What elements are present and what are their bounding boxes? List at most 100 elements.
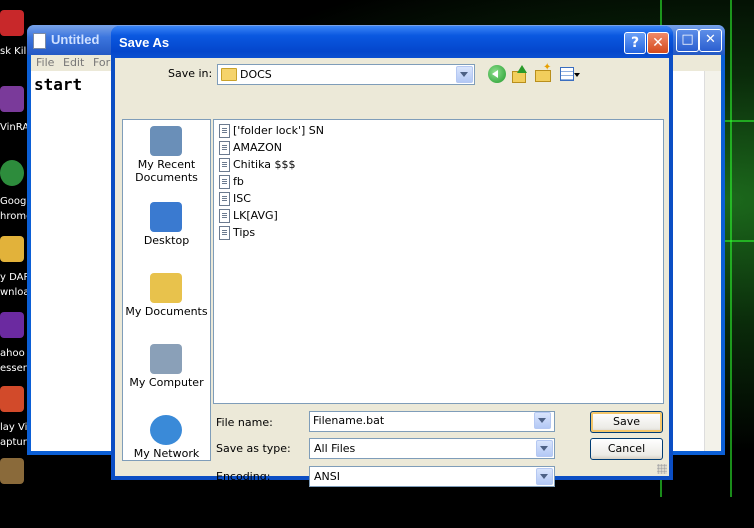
- desktop-icon-label: Google hrome: [0, 196, 30, 222]
- place-my-network[interactable]: My Network: [123, 409, 210, 479]
- dialog-title: Save As: [119, 35, 170, 50]
- list-item[interactable]: Chitika $$$: [218, 157, 418, 173]
- desktop-icon-dap[interactable]: y DAP wnloa: [0, 236, 30, 306]
- desktop-icon: [150, 202, 182, 232]
- file-icon: [219, 124, 230, 138]
- dialog-close-button[interactable]: ✕: [647, 32, 669, 54]
- desktop-icon-label: lay Vi apture: [0, 422, 30, 448]
- recent-documents-icon: [150, 126, 182, 156]
- file-name: LK[AVG]: [233, 209, 278, 222]
- my-computer-icon: [150, 344, 182, 374]
- file-name: fb: [233, 175, 244, 188]
- desktop-icon-tools[interactable]: [0, 458, 30, 528]
- file-icon: [219, 158, 230, 172]
- help-button[interactable]: ?: [624, 32, 646, 54]
- place-label: My Network: [133, 447, 200, 460]
- file-name-dropdown[interactable]: [534, 411, 552, 430]
- save-as-dialog: Save As ? ✕ Save in: DOCS My Recent Docu…: [111, 26, 673, 487]
- save-as-type-value: All Files: [314, 442, 356, 455]
- place-label: My Recent Documents: [135, 158, 198, 184]
- save-as-type-label: Save as type:: [216, 442, 291, 455]
- desktop-icon-task-kill[interactable]: sk Kill: [0, 10, 30, 80]
- desktop-icon-label: y DAP wnloa: [0, 272, 30, 298]
- dialog-title-bar[interactable]: Save As ? ✕: [111, 26, 673, 58]
- file-name: ISC: [233, 192, 251, 205]
- up-folder-icon[interactable]: [511, 65, 529, 83]
- new-folder-icon[interactable]: [534, 62, 552, 83]
- save-in-dropdown[interactable]: DOCS: [217, 64, 475, 85]
- file-name: AMAZON: [233, 141, 282, 154]
- file-name-field[interactable]: [309, 411, 555, 432]
- chevron-down-icon[interactable]: [534, 412, 551, 429]
- close-icon[interactable]: ✕: [699, 29, 722, 52]
- chevron-down-icon[interactable]: [536, 468, 553, 485]
- file-name: Tips: [233, 226, 256, 239]
- file-icon: [219, 141, 230, 155]
- chevron-down-icon[interactable]: [536, 440, 553, 457]
- save-in-value: DOCS: [240, 68, 272, 81]
- back-icon[interactable]: [488, 65, 506, 83]
- background-line: [730, 0, 732, 497]
- menu-edit[interactable]: Edit: [63, 56, 84, 69]
- my-documents-icon: [150, 273, 182, 303]
- notepad-text: start: [34, 75, 83, 94]
- file-icon: [219, 226, 230, 240]
- save-as-type-dropdown[interactable]: All Files: [309, 438, 555, 459]
- notepad-title: Untitled: [51, 32, 100, 47]
- file-list[interactable]: ['folder lock'] SN AMAZON Chitika $$$ fb…: [213, 119, 664, 404]
- file-name-label: File name:: [216, 416, 273, 429]
- resize-grip[interactable]: [657, 464, 667, 474]
- list-item[interactable]: ISC: [218, 191, 418, 207]
- save-in-label: Save in:: [168, 67, 213, 80]
- list-item[interactable]: Tips: [218, 225, 418, 241]
- desktop-icon-video-capture[interactable]: lay Vi apture: [0, 386, 30, 456]
- save-button[interactable]: Save: [590, 411, 663, 433]
- help-icon: ?: [630, 35, 640, 51]
- views-menu-icon[interactable]: [559, 65, 583, 83]
- chevron-down-icon[interactable]: [456, 66, 473, 83]
- menu-file[interactable]: File: [36, 56, 54, 69]
- place-my-computer[interactable]: My Computer: [123, 338, 210, 408]
- cancel-button[interactable]: Cancel: [590, 438, 663, 460]
- file-name-input[interactable]: [313, 414, 533, 427]
- encoding-label: Encoding:: [216, 470, 271, 483]
- folder-icon: [221, 68, 237, 81]
- folder-download-icon: [0, 236, 24, 262]
- maximize-icon[interactable]: □: [676, 29, 699, 52]
- list-item[interactable]: fb: [218, 174, 418, 190]
- encoding-dropdown[interactable]: ANSI: [309, 466, 555, 487]
- list-item[interactable]: ['folder lock'] SN: [218, 123, 418, 139]
- place-label: My Documents: [125, 305, 208, 318]
- file-name: ['folder lock'] SN: [233, 124, 324, 137]
- encoding-value: ANSI: [314, 470, 340, 483]
- desktop-icon-winrar[interactable]: VinRAI: [0, 86, 30, 156]
- menu-format[interactable]: For: [93, 56, 110, 69]
- notepad-icon: [33, 33, 46, 49]
- place-label: Desktop: [143, 234, 190, 247]
- video-capture-icon: [0, 386, 24, 412]
- place-desktop[interactable]: Desktop: [123, 196, 210, 266]
- file-icon: [219, 175, 230, 189]
- desktop-icon-yahoo-messenger[interactable]: ahoo essen: [0, 312, 30, 382]
- chrome-icon: [0, 160, 24, 186]
- dialog-body: Save in: DOCS My Recent Documents Deskto…: [115, 58, 669, 487]
- desktop-icon-label: VinRAI: [0, 122, 30, 133]
- place-label: My Computer: [129, 376, 204, 389]
- pencil-cup-icon: [0, 458, 24, 484]
- my-network-icon: [150, 415, 182, 445]
- place-my-documents[interactable]: My Documents: [123, 267, 210, 337]
- notepad-scrollbar[interactable]: [704, 71, 721, 451]
- places-bar: My Recent Documents Desktop My Documents…: [122, 119, 211, 461]
- file-icon: [219, 209, 230, 223]
- list-item[interactable]: LK[AVG]: [218, 208, 418, 224]
- place-my-recent-documents[interactable]: My Recent Documents: [123, 120, 210, 190]
- winrar-icon: [0, 86, 24, 112]
- desktop-icon-google-chrome[interactable]: Google hrome: [0, 160, 30, 230]
- close-icon: ✕: [652, 35, 664, 51]
- list-item[interactable]: AMAZON: [218, 140, 418, 156]
- file-name: Chitika $$$: [233, 158, 296, 171]
- skull-icon: [0, 10, 24, 36]
- desktop-icon-label: sk Kill: [0, 46, 30, 57]
- file-icon: [219, 192, 230, 206]
- desktop-icon-label: ahoo essen: [0, 348, 30, 374]
